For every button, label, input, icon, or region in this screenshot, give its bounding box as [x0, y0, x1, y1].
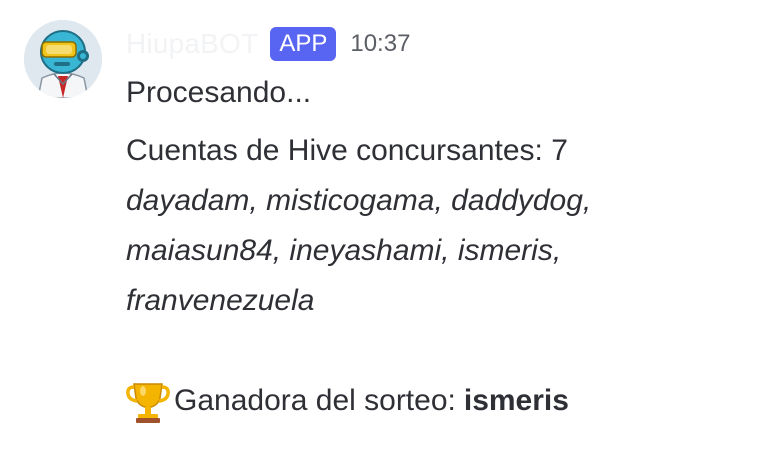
robot-avatar-icon	[24, 20, 102, 98]
accounts-list-line: dayadam, misticogama, daddydog,	[126, 184, 592, 217]
accounts-list-line: franvenezuela	[126, 284, 315, 317]
app-badge: APP	[270, 27, 337, 61]
winner-label: Ganadora del sorteo:	[174, 384, 456, 417]
bot-avatar[interactable]	[24, 20, 102, 98]
participant-count-text: Cuentas de Hive concursantes: 7	[126, 134, 568, 167]
chat-message: HiupaBOT APP 10:37 Procesando... Cuentas…	[0, 0, 768, 452]
message-timestamp[interactable]: 10:37	[350, 30, 410, 58]
message-content: Procesando... Cuentas de Hive concursant…	[126, 68, 756, 426]
trophy-icon	[126, 376, 174, 426]
message-header: HiupaBOT APP 10:37	[126, 24, 410, 64]
winner-name: ismeris	[463, 384, 569, 417]
processing-text: Procesando...	[126, 76, 312, 109]
accounts-list-line: maiasun84, ineyashami, ismeris,	[126, 234, 562, 267]
winner-line: Ganadora del sorteo: ismeris	[126, 376, 756, 426]
author-name[interactable]: HiupaBOT	[126, 28, 258, 60]
